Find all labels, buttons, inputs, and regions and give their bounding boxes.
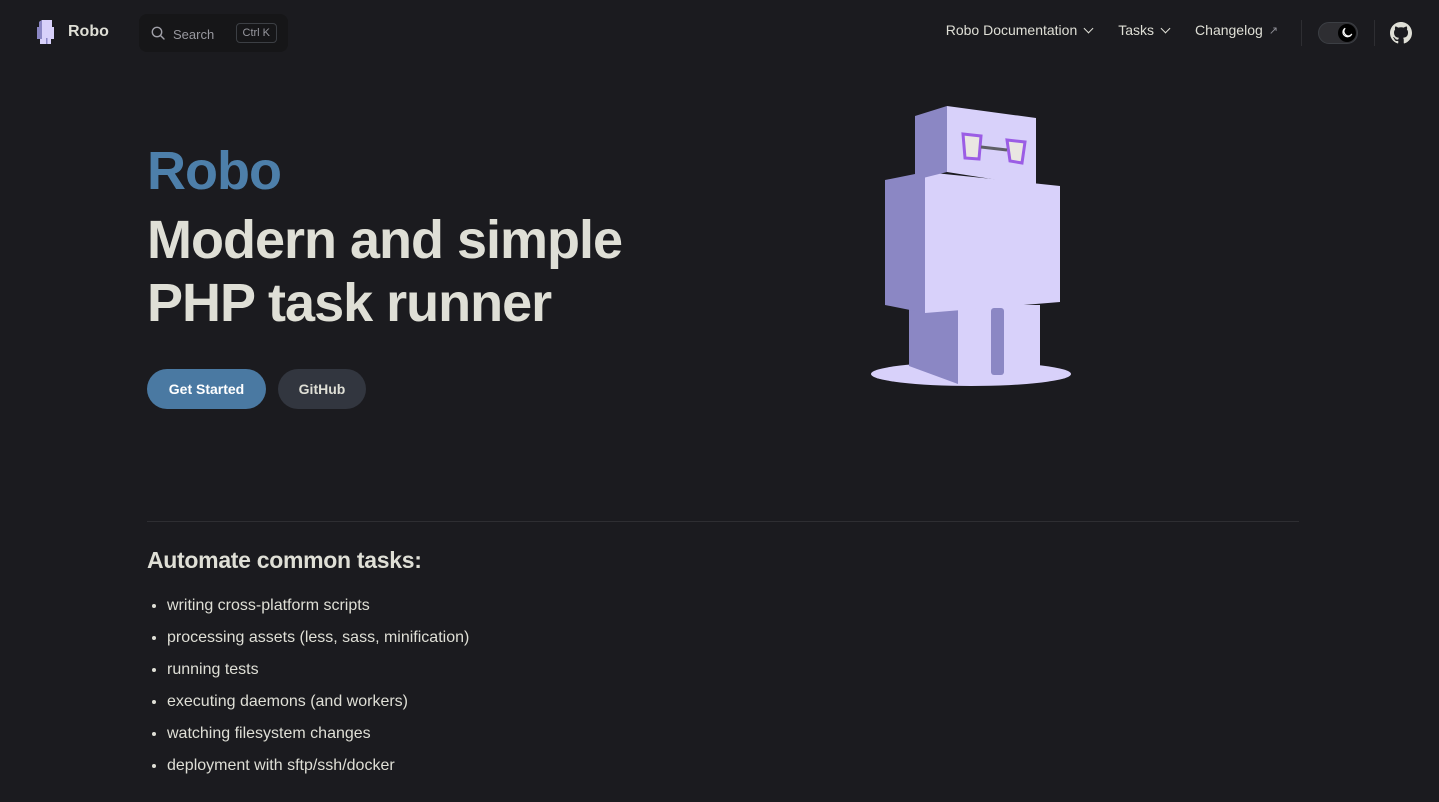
nav-tasks-label: Tasks	[1118, 22, 1155, 38]
hero-tagline: Modern and simple PHP task runner	[147, 210, 623, 333]
list-item: executing daemons (and workers)	[167, 686, 469, 718]
list-item: processing assets (less, sass, minificat…	[167, 622, 469, 654]
site-title: Robo	[68, 23, 109, 40]
section-title: Automate common tasks:	[147, 547, 422, 573]
nav-menu: Robo Documentation Tasks Changelog ↗	[946, 22, 1278, 38]
robot-illustration	[871, 106, 1071, 386]
top-navbar: Robo Search Ctrl K Robo Documentation Ta…	[0, 0, 1439, 66]
list-item: writing cross-platform scripts	[167, 590, 469, 622]
list-item: running tests	[167, 654, 469, 686]
section-divider	[147, 521, 1299, 522]
github-icon[interactable]	[1390, 22, 1412, 44]
search-label: Search	[173, 26, 215, 42]
nav-tasks[interactable]: Tasks	[1118, 22, 1171, 38]
robo-logo-icon	[37, 20, 54, 44]
chevron-down-icon	[1160, 23, 1171, 33]
external-link-icon: ↗	[1268, 24, 1278, 37]
moon-icon	[1342, 27, 1353, 38]
task-list: writing cross-platform scripts processin…	[147, 590, 469, 782]
theme-toggle[interactable]	[1318, 22, 1358, 44]
nav-robo-documentation[interactable]: Robo Documentation	[945, 22, 1094, 38]
hero-name: Robo	[147, 141, 282, 201]
search-button[interactable]: Search Ctrl K	[139, 14, 288, 52]
nav-changelog[interactable]: Changelog ↗	[1195, 22, 1278, 38]
nav-robo-documentation-label: Robo Documentation	[945, 22, 1078, 38]
home-logo-link[interactable]: Robo	[34, 19, 109, 45]
nav-divider	[1374, 20, 1375, 46]
chevron-down-icon	[1083, 23, 1094, 33]
theme-toggle-knob	[1338, 24, 1356, 42]
list-item: watching filesystem changes	[167, 718, 469, 750]
search-shortcut: Ctrl K	[235, 23, 277, 43]
search-icon	[151, 26, 165, 40]
github-button[interactable]: GitHub	[278, 369, 366, 409]
list-item: deployment with sftp/ssh/docker	[167, 750, 469, 782]
get-started-button[interactable]: Get Started	[147, 369, 266, 409]
nav-changelog-label: Changelog	[1195, 22, 1263, 38]
nav-divider	[1301, 20, 1302, 46]
